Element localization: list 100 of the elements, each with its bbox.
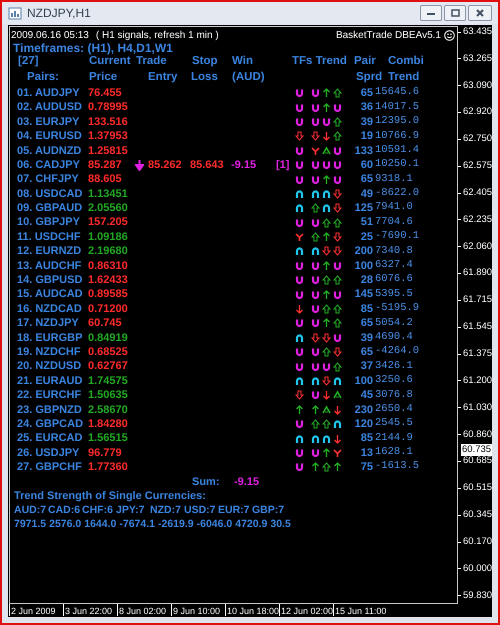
price-text: 0.78995 [88,100,129,116]
hollow-up-arrow-icon [333,275,342,286]
spread-value: 65 [360,86,373,101]
column-header: Trade [136,54,167,67]
pair-name: 01. AUDJPY [17,86,81,101]
cup-icon [311,116,320,127]
cup-icon [311,362,320,372]
down-arrow-icon [135,160,144,171]
combi-value: -8622.0 [375,186,420,202]
arch-icon [311,246,320,256]
pair-name: 25. EURCAD [17,431,84,446]
strength-value: 4720.9 [235,517,268,532]
up-arrow-icon [295,404,304,415]
hollow-up-arrow-icon [322,462,331,472]
hollow-down-arrow-icon [311,131,320,142]
chevron-up-icon [322,146,331,156]
up-arrow-icon [322,232,331,242]
column-header: Sprd [356,70,382,83]
price-label: 61.375 [463,347,492,361]
pair-name: 04. EURUSD [17,129,83,144]
combi-value: 15645.6 [375,85,420,100]
hollow-down-arrow-icon [333,203,342,214]
cup-icon [333,146,342,156]
hollow-down-arrow-icon [295,390,304,400]
combi-value: 7941.0 [375,200,413,216]
price-label: 60.685 [463,454,492,468]
combi-value: 7340.8 [375,244,413,259]
price-label: 61.890 [463,266,492,280]
price-text: 1.62433 [88,273,129,288]
price-text: 76.455 [88,86,123,101]
price-text: 133.516 [88,114,129,130]
cup-icon [295,462,304,472]
combi-value: -7690.1 [375,229,420,244]
arch-icon [322,188,331,199]
combi-value: 4690.4 [375,330,413,345]
up-arrow-icon [333,462,342,472]
hollow-up-arrow-icon [333,131,342,142]
combi-value: 10250.1 [375,157,420,172]
time-label: 3 Jun 22:00 [64,606,112,616]
pair-name: 12. EURNZD [17,244,82,260]
up-arrow-icon [322,448,331,458]
arch-icon [322,434,331,444]
column-header: Pairs: [27,70,59,83]
pair-name: 16. NZDCAD [17,302,83,317]
down-arrow-icon [322,131,331,142]
cup-icon [311,318,320,328]
combi-value: -5195.9 [375,301,420,316]
combi-value: 7704.6 [375,214,413,230]
hollow-up-arrow-icon [322,275,331,286]
cup-icon [295,218,304,228]
pair-name: 22. EURCHF [17,388,82,404]
hollow-up-arrow-icon [333,218,342,228]
cup-icon [322,362,331,372]
spread-value: 49 [360,186,373,202]
cup-icon [322,116,331,127]
pair-name: 24. GBPCAD [17,416,84,432]
minimize-button[interactable] [420,5,442,21]
combi-value: 6076.6 [375,272,413,288]
strength-value: -2619.9 [158,517,194,532]
hollow-up-arrow-icon [333,116,342,127]
column-header: Current [89,54,131,67]
spread-value: 75 [360,460,373,476]
time-label: 9 Jun 10:00 [172,606,220,616]
column-header: Entry [148,70,178,83]
column-header: Pair [354,54,376,67]
hollow-up-arrow-icon [333,88,342,98]
spread-value: 13 [360,446,373,461]
column-header: (AUD) [232,70,265,83]
combi-value: 2545.5 [375,416,413,432]
maximize-button[interactable] [444,5,466,21]
price-text: 1.56515 [88,431,129,446]
combi-value: 3426.1 [375,358,413,374]
price-label: 60.000 [463,562,492,576]
price-text: 0.84919 [88,330,129,346]
price-text: 1.25815 [88,144,129,159]
price-label: 60.860 [463,428,492,442]
up-arrow-icon [322,88,331,98]
spread-value: 65 [360,172,373,188]
arch-icon [295,332,304,343]
spread-value: 60 [360,158,373,173]
combi-value: -1613.5 [375,459,420,474]
close-button[interactable] [468,5,492,21]
pair-name: 23. GBPNZD [17,402,83,418]
cup-icon [295,160,304,170]
currency-strength: AUD:7 [14,502,44,518]
fork-down-icon [295,232,304,242]
hollow-up-arrow-icon [333,362,342,372]
spread-value: 85 [360,431,373,446]
price-text: 1.77360 [88,460,129,476]
price-label: 62.405 [463,186,492,200]
pair-name: 09. GBPAUD [17,201,84,216]
cup-icon [333,290,342,300]
spread-value: 85 [360,302,373,317]
price-label: 61.545 [463,320,492,334]
pair-name: 13. AUDCHF [17,258,82,274]
pair-name: 14. GBPUSD [17,273,84,288]
hollow-up-arrow-icon [322,419,331,430]
cup-icon [311,102,320,113]
pair-name: 06. CADJPY [17,158,81,173]
spread-value: 120 [354,416,373,432]
